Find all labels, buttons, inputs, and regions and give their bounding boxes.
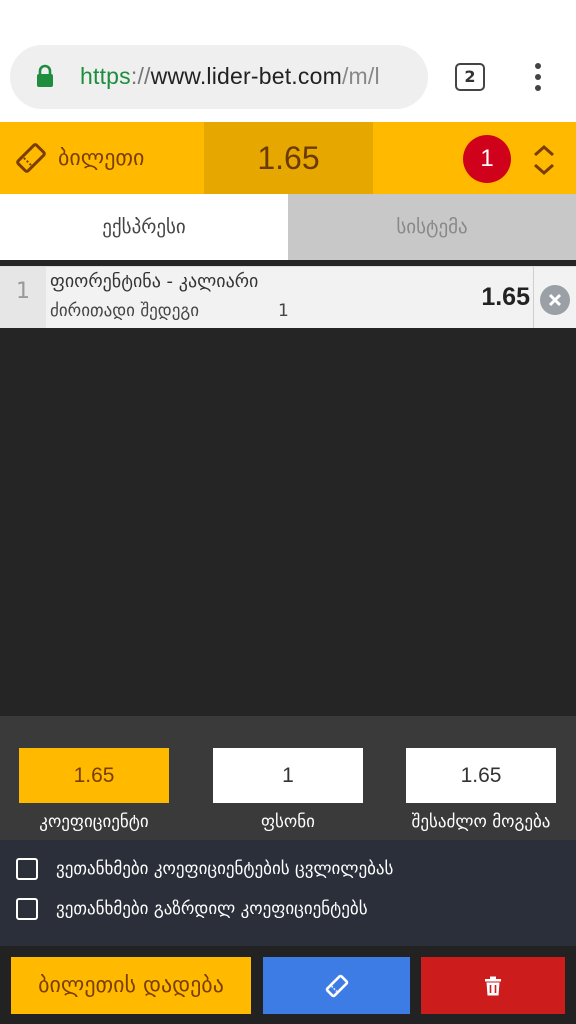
lock-icon [37, 64, 53, 87]
delete-ticket-button[interactable] [421, 957, 565, 1014]
url-text: https://www.lider-bet.com/m/l [80, 63, 380, 89]
bet-market: ძირითადი შედეგი [50, 301, 200, 321]
address-bar[interactable]: https://www.lider-bet.com/m/l [10, 45, 428, 109]
accept-odds-change-label: ვეთანხმები კოეფიციენტების ცვლილებას [56, 859, 394, 879]
bet-odds: 1.65 [481, 283, 530, 311]
close-icon [548, 293, 562, 307]
ticket-header[interactable]: ბილეთი 1.65 1 [0, 122, 576, 194]
bet-selection-row: 1 ფიორენტინა - კალიარი ძირითადი შედეგი 1… [0, 266, 576, 329]
bet-index: 1 [0, 267, 46, 329]
stake-label: ფსონი [261, 812, 315, 832]
menu-dots-icon[interactable] [533, 63, 543, 93]
save-ticket-button[interactable] [263, 957, 410, 1014]
remove-selection-button[interactable] [540, 285, 570, 315]
options-panel: ვეთანხმები კოეფიციენტების ცვლილებას ვეთა… [0, 840, 576, 946]
possible-win-label: შესაძლო მოგება [411, 812, 551, 832]
stake-amount-input[interactable]: 1 [213, 748, 363, 803]
empty-area [0, 328, 576, 716]
browser-toolbar: https://www.lider-bet.com/m/l 2 [0, 0, 576, 122]
trash-icon [485, 976, 501, 995]
accept-odds-change-checkbox[interactable] [16, 858, 38, 880]
ticket-icon [16, 143, 46, 173]
accept-increased-odds-option[interactable]: ვეთანხმები გაზრდილ კოეფიციენტებს [16, 897, 368, 921]
tab-system[interactable]: სისტემა [288, 194, 576, 260]
divider [533, 267, 534, 329]
tab-switcher-button[interactable]: 2 [455, 63, 485, 91]
stake-panel: 1.65 1 1.65 კოეფიციენტი ფსონი შესაძლო მო… [0, 716, 576, 840]
bet-type-tabs: ექსპრესი სისტემა [0, 194, 576, 260]
possible-win-field: 1.65 [406, 748, 556, 803]
total-odds: 1.65 [204, 122, 373, 194]
selection-count-badge: 1 [463, 135, 511, 183]
ticket-title-label: ბილეთი [58, 145, 145, 171]
accept-odds-change-option[interactable]: ვეთანხმები კოეფიციენტების ცვლილებას [16, 857, 393, 881]
accept-increased-odds-label: ვეთანხმები გაზრდილ კოეფიციენტებს [56, 899, 368, 919]
ticket-icon [325, 974, 348, 997]
coefficient-field: 1.65 [19, 748, 169, 803]
expand-collapse-icon[interactable] [531, 142, 557, 178]
tab-express[interactable]: ექსპრესი [0, 194, 288, 260]
place-bet-button[interactable]: ბილეთის დადება [11, 957, 251, 1014]
bet-outcome: 1 [278, 301, 289, 321]
action-bar: ბილეთის დადება [0, 946, 576, 1024]
coefficient-label: კოეფიციენტი [39, 812, 149, 832]
ticket-title: ბილეთი [14, 122, 144, 194]
bet-match-name: ფიორენტინა - კალიარი [50, 271, 259, 292]
accept-increased-odds-checkbox[interactable] [16, 898, 38, 920]
